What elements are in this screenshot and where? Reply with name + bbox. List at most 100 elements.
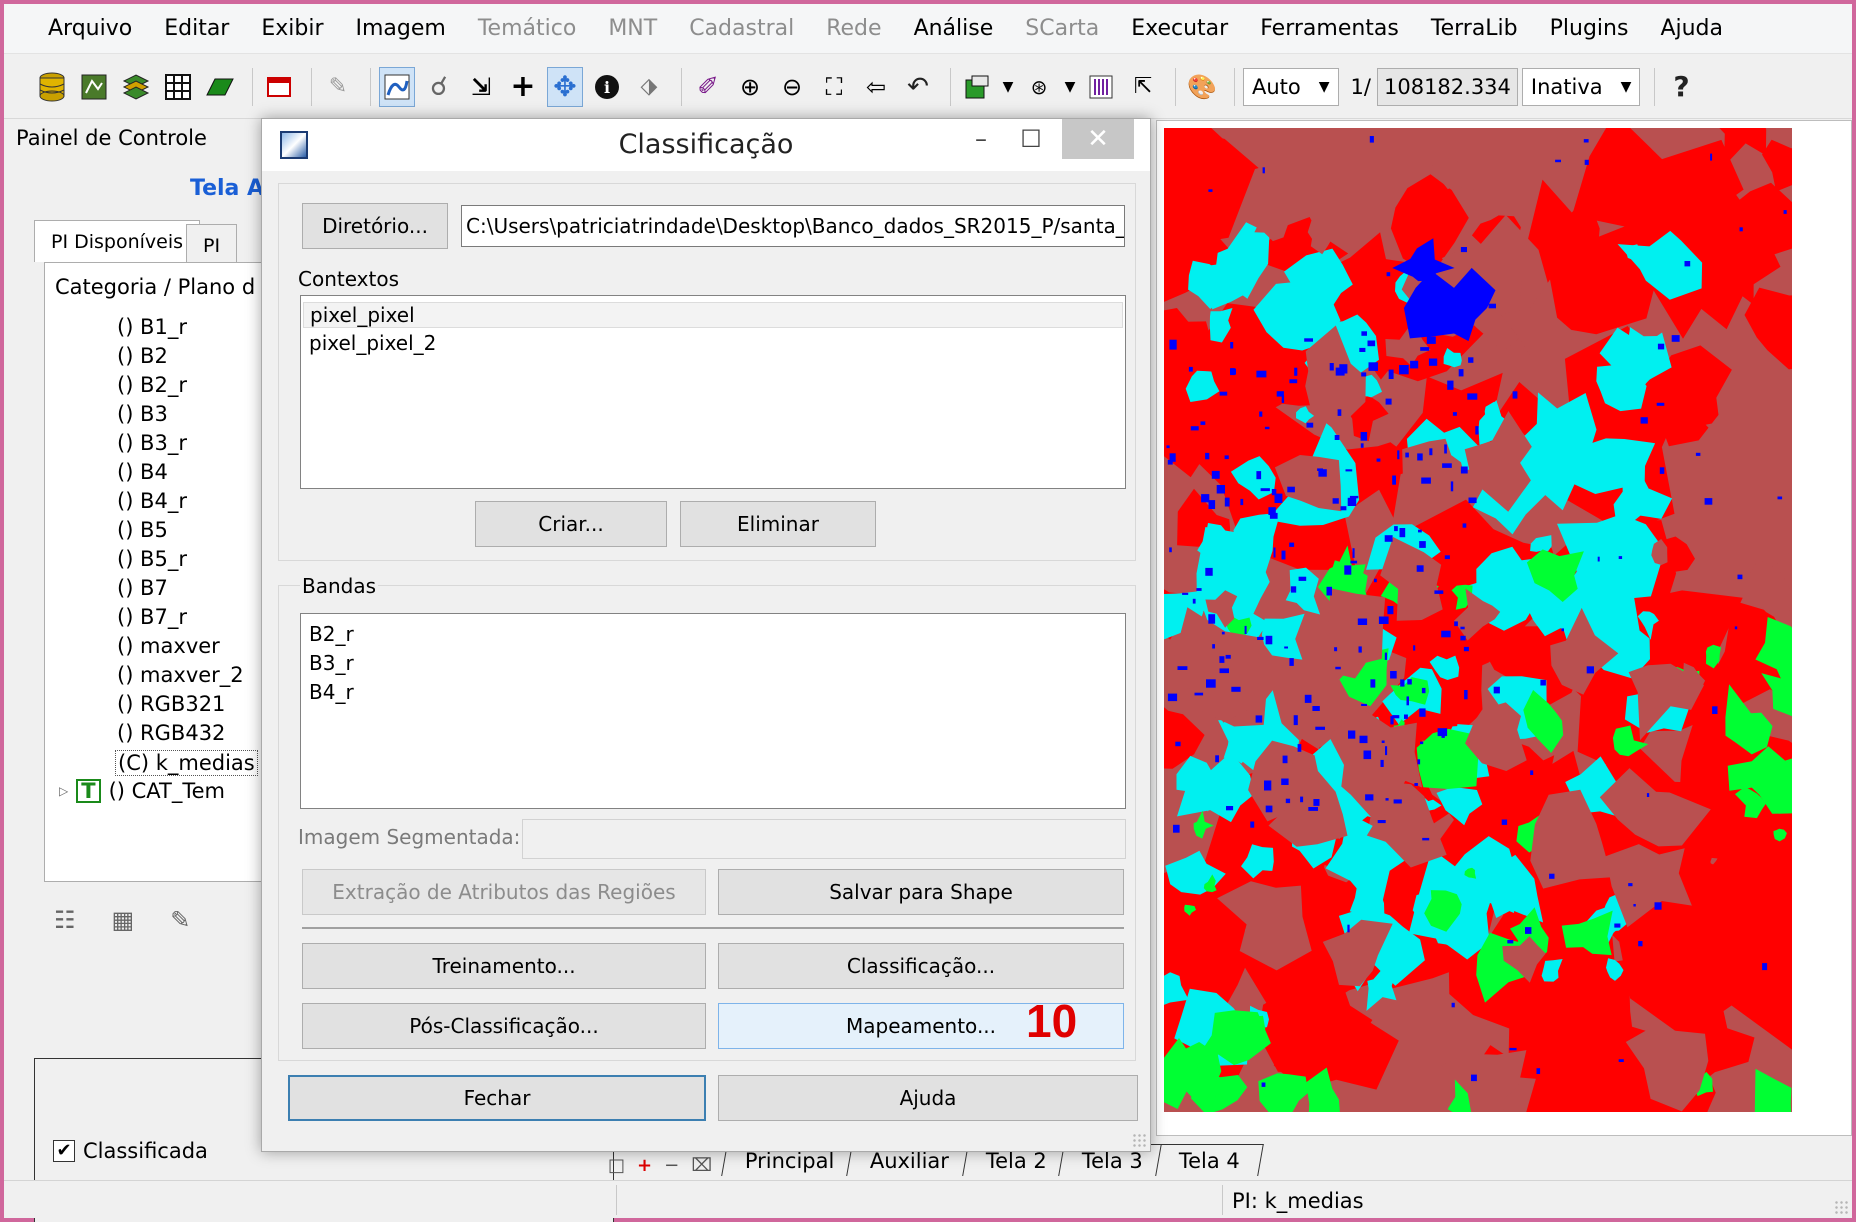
zoom-extent-icon[interactable]: ⇲ [463, 67, 499, 107]
menu-item-7[interactable]: Rede [810, 4, 897, 54]
zoom-out-icon[interactable]: ⊖ [774, 67, 810, 107]
directory-path-field[interactable]: C:\Users\patriciatrindade\Desktop\Banco_… [461, 205, 1125, 247]
database-icon[interactable] [34, 67, 70, 107]
classificada-row[interactable]: ✔ Classificada [53, 1139, 208, 1163]
info-icon[interactable]: i [589, 67, 625, 107]
expand-icon[interactable]: ▷ [59, 784, 68, 798]
tree-item[interactable]: () B3_r [117, 431, 187, 455]
menu-item-2[interactable]: Exibir [245, 4, 339, 54]
classificada-label: Classificada [83, 1139, 208, 1163]
tree-item[interactable]: () B3 [117, 402, 168, 426]
menu-item-5[interactable]: MNT [592, 4, 673, 54]
dialog-resize-grip-icon[interactable] [1132, 1133, 1146, 1147]
tree-item[interactable]: () B2 [117, 344, 168, 368]
tab-pi-disponiveis[interactable]: PI Disponíveis [34, 220, 201, 262]
tree-item[interactable]: () B5_r [117, 547, 187, 571]
close-icon[interactable]: ✕ [1062, 119, 1134, 159]
tree-category-label: () CAT_Tem [108, 779, 225, 803]
tree-item[interactable]: () B4_r [117, 489, 187, 513]
menu-item-6[interactable]: Cadastral [673, 4, 810, 54]
zoom-factor-icon[interactable]: ⊛ [1021, 67, 1057, 107]
resize-grip-icon[interactable] [1834, 1200, 1848, 1214]
classificada-checkbox[interactable]: ✔ [53, 1140, 75, 1162]
help-button[interactable]: Ajuda [718, 1075, 1138, 1121]
layers-icon[interactable] [118, 67, 154, 107]
context-item[interactable]: pixel_pixel_2 [309, 331, 436, 355]
zoom-window-icon[interactable]: ⛶ [816, 67, 852, 107]
state-select-value: Inativa [1530, 74, 1603, 99]
layer-tree: Categoria / Plano d () B1_r () B2 () B2_r ()… [44, 262, 270, 882]
bands-label: Bandas [300, 574, 379, 598]
palette-bars-icon[interactable] [1083, 67, 1119, 107]
dropdown-arrow-icon-2[interactable]: ▼ [1063, 67, 1077, 107]
menu-bar: Arquivo Editar Exibir Imagem Temático MNT Cada… [4, 4, 1852, 54]
menu-item-12[interactable]: TerraLib [1415, 4, 1534, 54]
menu-item-10[interactable]: Executar [1115, 4, 1244, 54]
tree-item[interactable]: () maxver [117, 634, 220, 658]
tree-item[interactable]: () B4 [117, 460, 168, 484]
grid-icon[interactable] [160, 67, 196, 107]
state-select[interactable]: Inativa ▼ [1521, 67, 1641, 106]
classified-map[interactable] [1164, 128, 1792, 1112]
band-item[interactable]: B4_r [309, 680, 354, 704]
table-icon[interactable]: ▦ [112, 906, 135, 934]
create-context-button[interactable]: Criar... [475, 501, 667, 547]
menu-item-9[interactable]: SCarta [1009, 4, 1115, 54]
directory-button[interactable]: Diretório... [302, 203, 448, 249]
tree-item[interactable]: () B2_r [117, 373, 187, 397]
tab-pi[interactable]: PI [186, 224, 238, 266]
mode-select[interactable]: Auto ▼ [1243, 67, 1339, 106]
band-item[interactable]: B3_r [309, 651, 354, 675]
menu-item-8[interactable]: Análise [898, 4, 1010, 54]
context-item[interactable]: pixel_pixel [303, 302, 1123, 328]
crosshair-icon[interactable]: + [505, 67, 541, 107]
cursor-select-icon[interactable]: ⇱ [1125, 67, 1161, 107]
tree-item[interactable]: () RGB432 [117, 721, 225, 745]
close-button[interactable]: Fechar [288, 1075, 706, 1121]
menu-item-1[interactable]: Editar [148, 4, 245, 54]
menu-item-0[interactable]: Arquivo [32, 4, 148, 54]
tree-item[interactable]: () B7 [117, 576, 168, 600]
list-view-icon[interactable]: ☷ [54, 906, 76, 934]
edit-pen-icon[interactable]: ✐ [690, 67, 726, 107]
status-pi: PI: k_medias [1232, 1189, 1364, 1213]
tree-item[interactable]: (C) k_medias [115, 750, 258, 776]
window-icon[interactable] [261, 67, 297, 107]
dialog-titlebar[interactable]: Classificação – ☐ ✕ [262, 119, 1150, 171]
pan-icon[interactable]: ✥ [547, 66, 583, 107]
menu-item-14[interactable]: Ajuda [1644, 4, 1739, 54]
contexts-list[interactable]: pixel_pixel pixel_pixel_2 [300, 295, 1126, 489]
actions-group [278, 719, 1136, 1061]
tree-category-row[interactable]: ▷ T () CAT_Tem [59, 779, 225, 803]
delete-context-button[interactable]: Eliminar [680, 501, 876, 547]
scale-input[interactable]: 108182.334 [1376, 67, 1518, 106]
eraser-icon[interactable]: ✎ [320, 67, 356, 107]
tree-item[interactable]: () RGB321 [117, 692, 225, 716]
zoom-in-icon[interactable]: ⊕ [732, 67, 768, 107]
menu-item-3[interactable]: Imagem [340, 4, 462, 54]
control-panel: Painel de Controle Tela A PI Disponíveis… [4, 120, 614, 1222]
layer-add-icon[interactable] [959, 67, 995, 107]
screen-tab[interactable]: Tela 4 [1155, 1144, 1265, 1176]
tree-item[interactable]: () maxver_2 [117, 663, 244, 687]
tree-item[interactable]: () B1_r [117, 315, 187, 339]
polygon-icon[interactable] [202, 67, 238, 107]
menu-item-11[interactable]: Ferramentas [1244, 4, 1415, 54]
undo-icon[interactable]: ↶ [900, 67, 936, 107]
help-icon[interactable]: ? [1663, 67, 1699, 107]
maximize-icon[interactable]: ☐ [998, 119, 1064, 159]
dropdown-arrow-icon[interactable]: ▼ [1001, 67, 1015, 107]
edit-layer-icon[interactable]: ✎ [170, 906, 190, 934]
color-palette-icon[interactable]: 🎨 [1184, 67, 1220, 107]
tree-item[interactable]: () B5 [117, 518, 168, 542]
project-icon[interactable] [76, 67, 112, 107]
tag-icon[interactable]: ⬗ [631, 67, 667, 107]
tree-item[interactable]: () B7_r [117, 605, 187, 629]
band-item[interactable]: B2_r [309, 622, 354, 646]
menu-item-4[interactable]: Temático [462, 4, 592, 54]
scale-prefix: 1/ [1350, 74, 1371, 99]
back-arrow-icon[interactable]: ⇦ [858, 67, 894, 107]
display-icon[interactable] [379, 66, 415, 107]
zoom-icon[interactable]: ☌ [421, 67, 457, 107]
menu-item-13[interactable]: Plugins [1534, 4, 1645, 54]
